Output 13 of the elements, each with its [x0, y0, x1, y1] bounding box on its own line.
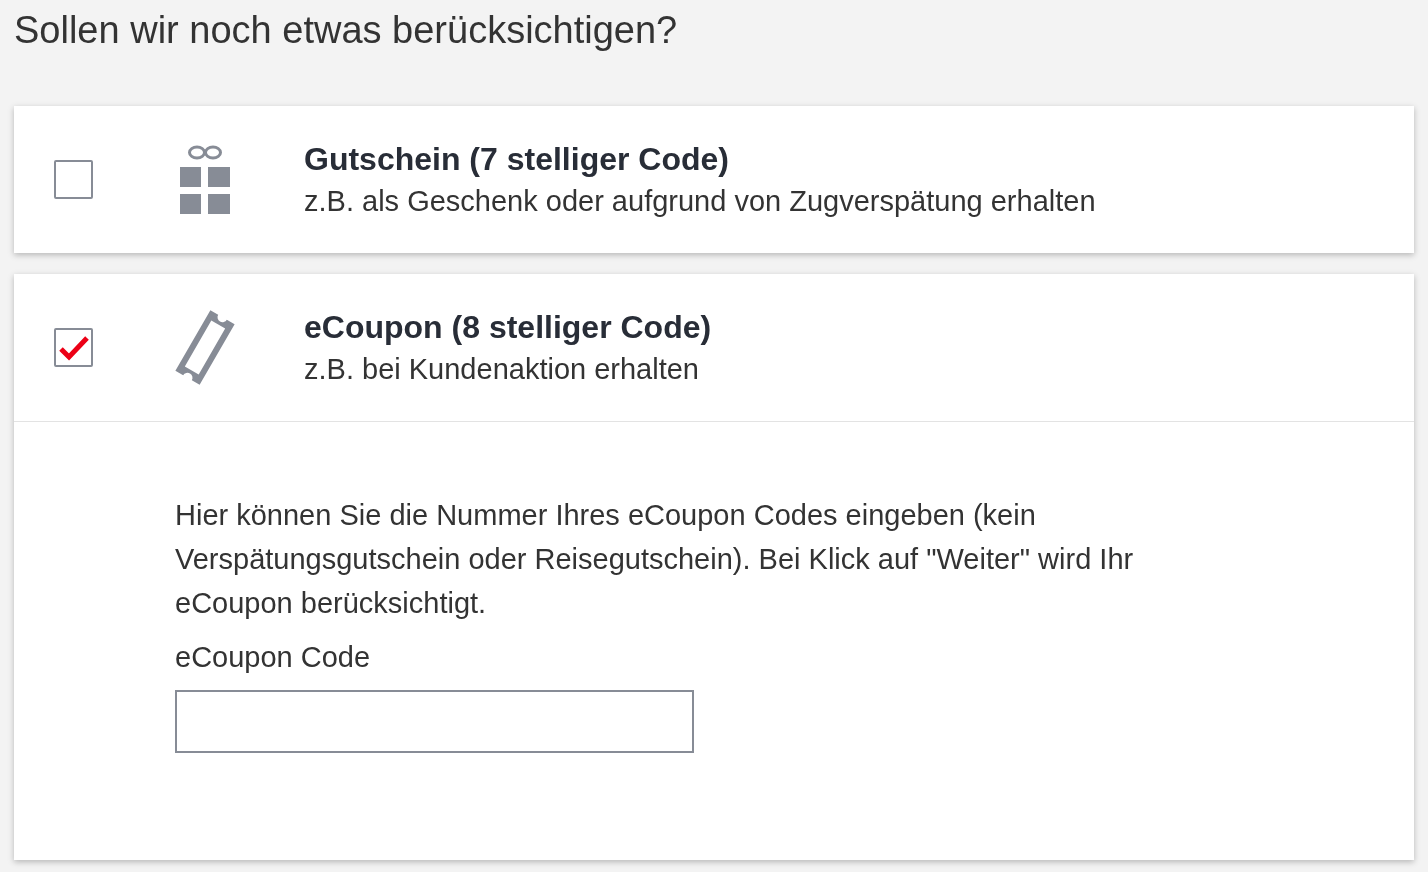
checkbox[interactable] [54, 160, 93, 199]
option-subtitle: z.B. bei Kundenaktion erhalten [304, 351, 699, 387]
option-subtitle: z.B. als Geschenk oder aufgrund von Zugverspätung erhalten [304, 183, 1096, 219]
code-input-field[interactable] [175, 690, 694, 753]
ticket-icon [175, 310, 235, 385]
option-title: eCoupon (8 stelliger Code) [304, 307, 712, 347]
option-title: Gutschein (7 stelliger Code) [304, 139, 729, 179]
page-heading: Sollen wir noch etwas berücksichtigen? [14, 8, 678, 53]
gift-icon [180, 144, 230, 215]
field-label: eCoupon Code [175, 640, 371, 675]
description-text: Hier können Sie die Nummer Ihres eCoupon Codes eingeben (kein Verspätungsgutschein oder Reisegutschein). Bei Klick auf "Weiter" wird Ihr eCoupon berücksichtigt. [175, 498, 1135, 621]
check-icon [58, 334, 89, 361]
checkbox[interactable] [54, 328, 93, 367]
